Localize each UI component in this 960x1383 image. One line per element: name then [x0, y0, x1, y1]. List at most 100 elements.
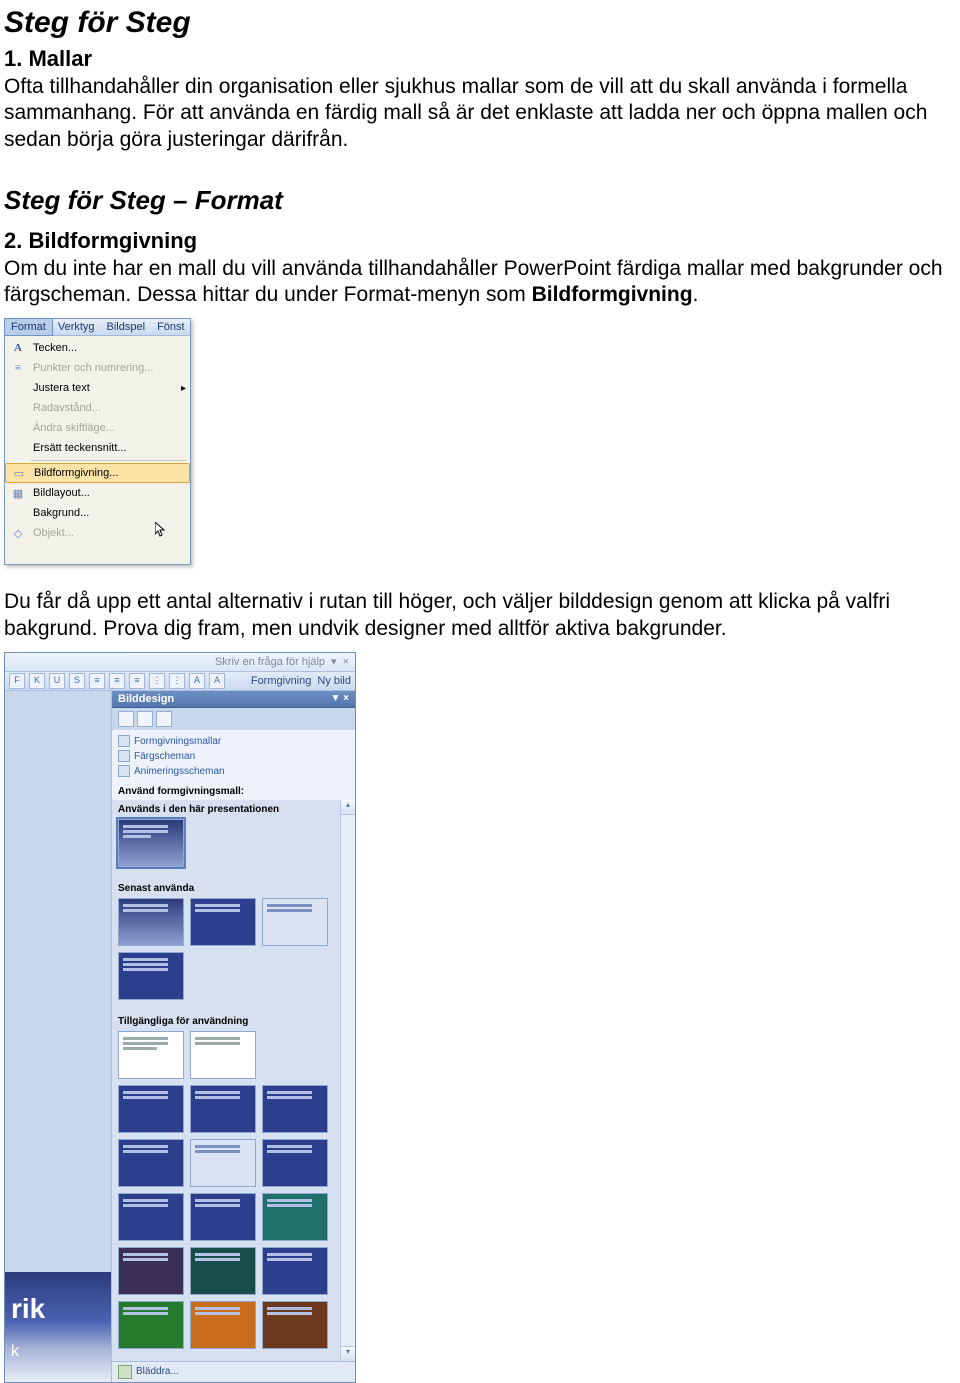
menuitem-radavstand: Radavstånd...	[5, 398, 190, 418]
pane-close-icon[interactable]: ▼ ×	[330, 693, 349, 704]
section-2-body-bold: Bildformgivning	[532, 283, 693, 306]
blank-icon	[7, 504, 29, 522]
pane-nav-icons	[112, 708, 355, 730]
format-dropdown-screenshot: Format Verktyg Bildspel Fönst A Tecken..…	[4, 318, 191, 565]
thumbs-avail	[112, 1029, 341, 1361]
design-thumb[interactable]	[118, 952, 184, 1000]
colorschemes-icon	[118, 750, 130, 762]
menuitem-bakgrund[interactable]: Bakgrund...	[5, 503, 190, 523]
templates-icon	[118, 735, 130, 747]
underline-button[interactable]: U	[49, 673, 65, 689]
design-icon: ▭	[8, 464, 30, 482]
bullets-icon: ≡	[7, 359, 29, 377]
section-2-heading: 2. Bildformgivning	[4, 228, 960, 254]
menuitem-objekt: ◇ Objekt...	[5, 523, 190, 543]
section-2-body-b: .	[693, 283, 699, 306]
browse-icon	[118, 1365, 132, 1379]
slide-title-fragment: rik	[11, 1293, 105, 1325]
help-dropdown-icon[interactable]: ▾	[331, 655, 337, 668]
slide-area: rik k	[5, 691, 111, 1382]
section-2-after: Du får då upp ett antal alternativ i rut…	[4, 589, 960, 642]
align-center-icon[interactable]: ≡	[109, 673, 125, 689]
blank-icon	[7, 439, 29, 457]
link-animeringsscheman[interactable]: Animeringsscheman	[118, 764, 349, 779]
shadow-button[interactable]: S	[69, 673, 85, 689]
design-thumb[interactable]	[190, 1139, 256, 1187]
nav-fwd-icon[interactable]	[137, 711, 153, 727]
dropdown-list: A Tecken... ≡ Punkter och numrering... J…	[5, 336, 190, 545]
design-thumb[interactable]	[118, 1193, 184, 1241]
menuitem-bildformgivning[interactable]: ▭ Bildformgivning...	[5, 463, 190, 483]
menuitem-bildlayout[interactable]: ▦ Bildlayout...	[5, 483, 190, 503]
design-thumb[interactable]	[190, 1247, 256, 1295]
help-bar: Skriv en fråga för hjälp ▾ ×	[5, 653, 355, 672]
section-2-body: Om du inte har en mall du vill använda t…	[4, 256, 960, 309]
browse-link[interactable]: Bläddra...	[136, 1366, 179, 1377]
menu-fonster[interactable]: Fönst	[151, 319, 191, 335]
menubar: Format Verktyg Bildspel Fönst	[5, 319, 190, 336]
design-thumb[interactable]	[262, 1085, 328, 1133]
layout-icon: ▦	[7, 484, 29, 502]
section-used-label: Används i den här presentationen	[112, 800, 341, 817]
page-title: Steg för Steg	[4, 6, 960, 40]
section-format-title: Steg för Steg – Format	[4, 185, 960, 216]
menu-format[interactable]: Format	[4, 318, 53, 336]
italic-button[interactable]: K	[29, 673, 45, 689]
task-pane: Bilddesign ▼ × Formgivningsmallar Färgsc…	[111, 691, 355, 1382]
bullets-icon[interactable]: ⋮	[169, 673, 185, 689]
design-thumb[interactable]	[118, 1301, 184, 1349]
menuitem-skiftlage: Ändra skiftläge...	[5, 418, 190, 438]
design-thumb[interactable]	[262, 1247, 328, 1295]
pane-scrollbar[interactable]: ▴ ▾	[340, 800, 355, 1361]
font-icon: A	[7, 339, 29, 357]
design-thumb[interactable]	[262, 1193, 328, 1241]
menu-verktyg[interactable]: Verktyg	[52, 319, 101, 335]
formatting-toolbar: F K U S ≡ ≡ ≡ ⋮ ⋮ A A Formgivning Ny bil…	[5, 672, 355, 691]
section-avail-label: Tillgängliga för användning	[112, 1012, 341, 1029]
design-thumb[interactable]	[118, 898, 184, 946]
menu-bildspel[interactable]: Bildspel	[101, 319, 152, 335]
design-thumb[interactable]	[190, 898, 256, 946]
blank-icon	[7, 419, 29, 437]
design-thumb[interactable]	[190, 1085, 256, 1133]
help-close-icon[interactable]: ×	[343, 656, 349, 668]
nav-home-icon[interactable]	[156, 711, 172, 727]
blank-icon	[7, 379, 29, 397]
design-thumb[interactable]	[190, 1301, 256, 1349]
design-thumb[interactable]	[118, 819, 184, 867]
bold-button[interactable]: F	[9, 673, 25, 689]
align-left-icon[interactable]: ≡	[89, 673, 105, 689]
numbering-icon[interactable]: ⋮	[149, 673, 165, 689]
scroll-down-icon[interactable]: ▾	[341, 1346, 355, 1361]
design-thumb[interactable]	[262, 1301, 328, 1349]
design-thumb[interactable]	[118, 1085, 184, 1133]
link-fargscheman[interactable]: Färgscheman	[118, 749, 349, 764]
object-icon: ◇	[7, 524, 29, 542]
blank-icon	[7, 399, 29, 417]
link-formgivningsmallar[interactable]: Formgivningsmallar	[118, 734, 349, 749]
toolbar-newslide-label[interactable]: Ny bild	[317, 675, 351, 687]
design-thumb[interactable]	[118, 1247, 184, 1295]
design-thumb[interactable]	[262, 1139, 328, 1187]
align-right-icon[interactable]: ≡	[129, 673, 145, 689]
slide-sub-fragment: k	[11, 1343, 105, 1361]
slide-preview: rik k	[5, 1272, 111, 1382]
design-thumb[interactable]	[190, 1193, 256, 1241]
pane-links: Formgivningsmallar Färgscheman Animering…	[112, 730, 355, 783]
decrease-font-icon[interactable]: A	[209, 673, 225, 689]
increase-font-icon[interactable]: A	[189, 673, 205, 689]
menuitem-tecken[interactable]: A Tecken...	[5, 338, 190, 358]
menuitem-punkter: ≡ Punkter och numrering...	[5, 358, 190, 378]
design-thumb[interactable]	[190, 1031, 256, 1079]
pane-title: Bilddesign	[118, 693, 174, 705]
scroll-up-icon[interactable]: ▴	[341, 800, 355, 815]
help-placeholder[interactable]: Skriv en fråga för hjälp	[215, 656, 325, 668]
menuitem-justera[interactable]: Justera text ▸	[5, 378, 190, 398]
design-thumb[interactable]	[118, 1139, 184, 1187]
design-thumb[interactable]	[262, 898, 328, 946]
animation-icon	[118, 765, 130, 777]
nav-back-icon[interactable]	[118, 711, 134, 727]
menuitem-ersatt[interactable]: Ersätt teckensnitt...	[5, 438, 190, 458]
design-thumb[interactable]	[118, 1031, 184, 1079]
toolbar-design-label[interactable]: Formgivning	[251, 675, 312, 687]
